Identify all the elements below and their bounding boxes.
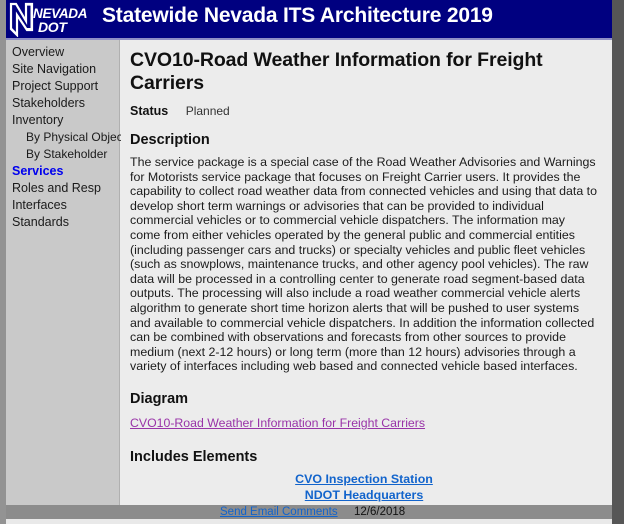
send-email-comments-link[interactable]: Send Email Comments [220, 505, 338, 519]
page-title: CVO10-Road Weather Information for Freig… [130, 49, 543, 94]
page-header: NEVADA DOT Statewide Nevada ITS Architec… [6, 0, 612, 38]
page-footer: Send Email Comments 12/6/2018 [6, 505, 612, 519]
sidebar-item-inventory[interactable]: Inventory [12, 112, 119, 129]
sidebar-item-overview[interactable]: Overview [12, 44, 119, 61]
window-scrollbar-right[interactable] [612, 0, 624, 524]
diagram-heading: Diagram [130, 390, 189, 407]
element-link-ndot-headquarters[interactable]: NDOT Headquarters [134, 487, 594, 504]
includes-elements-heading: Includes Elements [130, 448, 258, 465]
description-text: The service package is a special case of… [130, 155, 597, 374]
header-title: Statewide Nevada ITS Architecture 2019 [102, 4, 493, 27]
description-heading: Description [130, 132, 210, 148]
sidebar-item-site-navigation[interactable]: Site Navigation [12, 61, 119, 78]
nevada-dot-logo-icon: NEVADA DOT [8, 1, 88, 38]
sidebar-item-services[interactable]: Services [12, 163, 119, 180]
footer-date: 12/6/2018 [354, 506, 406, 518]
sidebar-nav: Overview Site Navigation Project Support… [6, 40, 126, 505]
sidebar-item-standards[interactable]: Standards [12, 214, 119, 231]
footer-bottom-strip [6, 519, 612, 524]
element-link-cvo-inspection-station[interactable]: CVO Inspection Station [134, 471, 594, 488]
sidebar-item-by-stakeholder[interactable]: By Stakeholder [12, 146, 119, 163]
diagram-link-row: CVO10-Road Weather Information for Freig… [130, 414, 598, 432]
status-badge: Planned [185, 104, 230, 118]
sidebar-item-interfaces[interactable]: Interfaces [12, 197, 119, 214]
sidebar-item-stakeholders[interactable]: Stakeholders [12, 95, 119, 112]
status-label: Status [130, 104, 169, 118]
status-row: Status Planned [130, 104, 598, 118]
includes-elements-list: CVO Inspection Station NDOT Headquarters… [130, 471, 598, 505]
main-content: CVO10-Road Weather Information for Freig… [121, 40, 612, 505]
diagram-link[interactable]: CVO10-Road Weather Information for Freig… [130, 416, 425, 430]
sidebar-item-roles-and-resp[interactable]: Roles and Resp [12, 180, 119, 197]
sidebar-item-by-physical-object[interactable]: By Physical Object [12, 129, 126, 146]
page-root: NEVADA DOT Statewide Nevada ITS Architec… [0, 0, 624, 524]
sidebar-item-project-support[interactable]: Project Support [12, 78, 119, 95]
logo-text-dot: DOT [38, 19, 68, 35]
